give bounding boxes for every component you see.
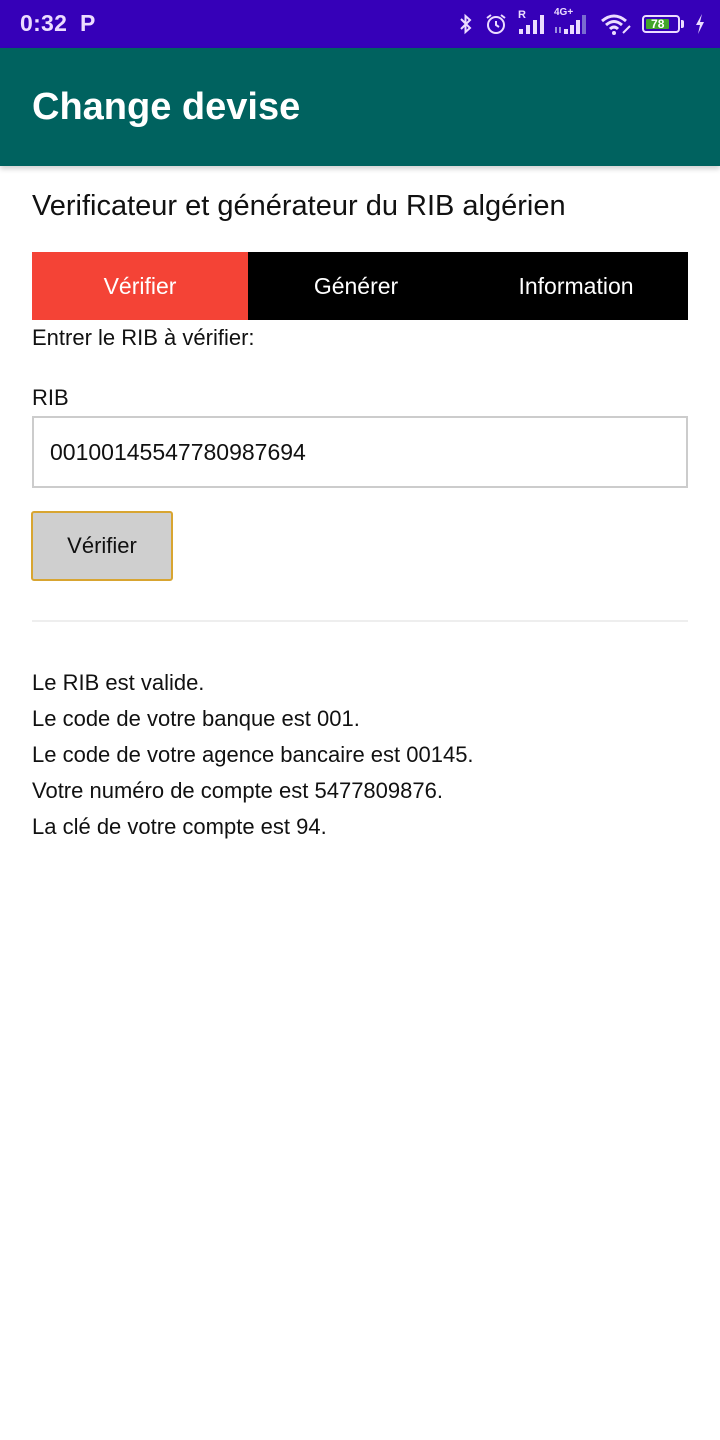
wifi-icon bbox=[600, 12, 632, 36]
status-icons: R 4G+ 78 bbox=[458, 7, 706, 38]
verification-results: Le RIB est valide. Le code de votre banq… bbox=[32, 665, 474, 845]
result-account-number: Votre numéro de compte est 5477809876. bbox=[32, 778, 443, 803]
result-agency-code: Le code de votre agence bancaire est 001… bbox=[32, 742, 474, 767]
tab-bar: Vérifier Générer Information bbox=[32, 252, 688, 320]
charging-icon bbox=[694, 13, 706, 35]
verify-button[interactable]: Vérifier bbox=[31, 511, 173, 581]
status-time: 0:32 bbox=[20, 10, 68, 36]
result-validity: Le RIB est valide. bbox=[32, 670, 205, 695]
result-bank-code: Le code de votre banque est 001. bbox=[32, 706, 360, 731]
signal-roaming-icon: R bbox=[518, 9, 544, 35]
app-title: Change devise bbox=[32, 86, 301, 128]
rib-input[interactable] bbox=[32, 416, 688, 488]
bluetooth-icon bbox=[458, 12, 474, 36]
page-heading: Verificateur et générateur du RIB algéri… bbox=[32, 190, 566, 222]
battery-icon: 78 bbox=[642, 15, 684, 33]
rib-prompt: Entrer le RIB à vérifier: bbox=[32, 325, 255, 350]
tab-information[interactable]: Information bbox=[464, 252, 688, 320]
signal-4g-icon: 4G+ bbox=[554, 7, 590, 35]
alarm-icon bbox=[484, 12, 508, 36]
roaming-label: R bbox=[518, 9, 526, 21]
battery-body: 78 bbox=[642, 15, 680, 33]
battery-level: 78 bbox=[646, 17, 670, 31]
network-type-label: 4G+ bbox=[554, 7, 574, 18]
result-account-key: La clé de votre compte est 94. bbox=[32, 814, 327, 839]
tab-verifier[interactable]: Vérifier bbox=[32, 252, 248, 320]
battery-tip bbox=[681, 20, 684, 28]
tab-generer[interactable]: Générer bbox=[248, 252, 464, 320]
status-bar: 0:32 P R 4G+ 78 bbox=[0, 0, 720, 48]
notification-p-icon: P bbox=[80, 10, 96, 36]
divider bbox=[32, 620, 688, 622]
rib-field-label: RIB bbox=[32, 385, 69, 410]
app-bar: Change devise bbox=[0, 48, 720, 166]
